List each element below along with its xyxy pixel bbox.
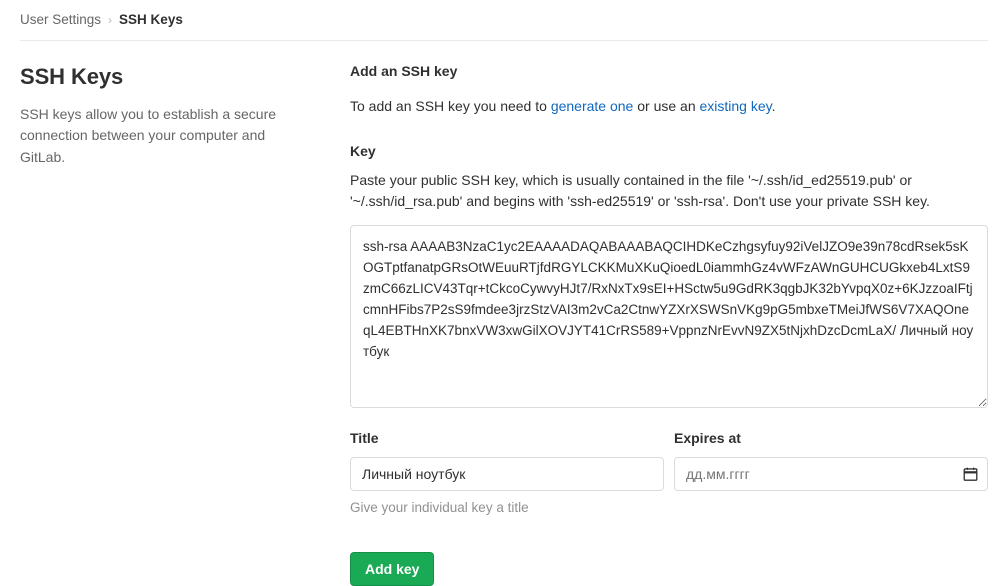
- section-intro: To add an SSH key you need to generate o…: [350, 96, 988, 117]
- expires-input-wrapper: [674, 456, 988, 491]
- breadcrumb: User Settings › SSH Keys: [20, 13, 183, 27]
- expires-field-group: Expires at: [674, 430, 988, 518]
- add-key-button[interactable]: Add key: [350, 551, 435, 586]
- ssh-key-input[interactable]: [350, 224, 988, 408]
- page-title: SSH Keys: [20, 64, 124, 89]
- intro-text-middle: or use an: [633, 97, 700, 114]
- title-input[interactable]: [350, 456, 664, 491]
- ssh-key-form-column: Add an SSH key To add an SSH key you nee…: [350, 63, 988, 586]
- page-content: SSH Keys SSH keys allow you to establish…: [0, 41, 1008, 586]
- key-field-label: Key: [350, 142, 376, 159]
- intro-text-suffix: .: [771, 97, 776, 114]
- generate-one-link[interactable]: generate one: [551, 98, 634, 114]
- expires-field-label: Expires at: [674, 429, 741, 446]
- breadcrumb-item-ssh-keys: SSH Keys: [119, 12, 183, 28]
- existing-key-link[interactable]: existing key: [700, 98, 772, 114]
- title-field-label: Title: [350, 429, 379, 446]
- title-expires-row: Title Give your individual key a title E…: [350, 430, 988, 518]
- title-field-group: Title Give your individual key a title: [350, 430, 664, 518]
- intro-text-prefix: To add an SSH key you need to: [350, 97, 551, 114]
- breadcrumb-separator-icon: ›: [108, 13, 113, 27]
- title-field-help: Give your individual key a title: [350, 499, 529, 515]
- expires-date-input[interactable]: [674, 456, 988, 491]
- breadcrumb-bar: User Settings › SSH Keys: [0, 0, 1008, 40]
- page-description: SSH keys allow you to establish a secure…: [20, 105, 277, 165]
- settings-description-column: SSH Keys SSH keys allow you to establish…: [20, 63, 350, 586]
- key-field-help: Paste your public SSH key, which is usua…: [350, 171, 930, 210]
- breadcrumb-item-user-settings[interactable]: User Settings: [20, 13, 101, 27]
- section-title: Add an SSH key: [350, 63, 458, 79]
